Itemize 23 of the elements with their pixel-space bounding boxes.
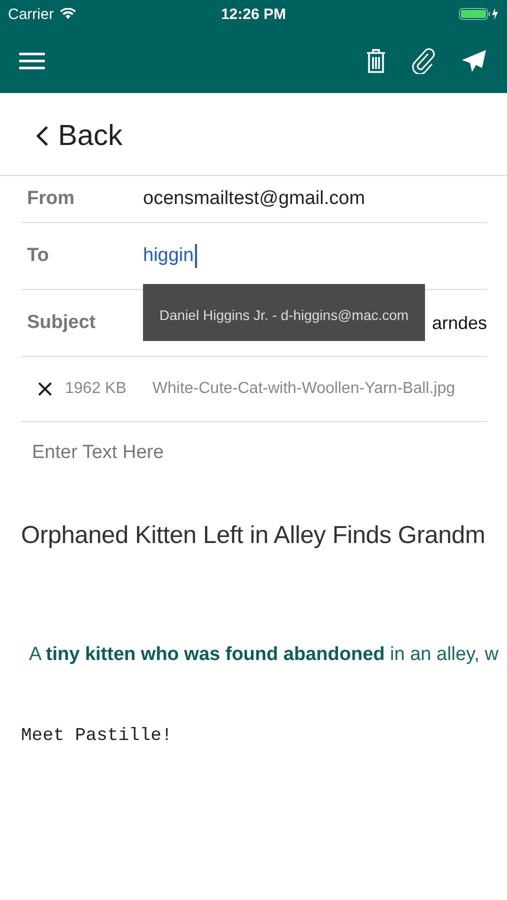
message-text: Meet Pastille! <box>21 726 174 746</box>
battery-icon <box>459 7 499 21</box>
send-icon[interactable] <box>461 48 487 72</box>
back-button[interactable]: Back <box>36 121 122 151</box>
article-paragraph: A tiny kitten who was found abandoned in an alley, w <box>29 644 500 666</box>
attachment-size: 1962 KB <box>65 380 126 398</box>
carrier-name: Carrier <box>8 6 54 22</box>
paperclip-icon[interactable] <box>411 48 437 74</box>
autocomplete-suggestion[interactable]: Daniel Higgins Jr. - d-higgins@mac.com <box>143 284 425 341</box>
attachment-name: White-Cute-Cat-with-Woollen-Yarn-Ball.jpg <box>152 380 456 398</box>
status-time: 12:26 PM <box>220 6 286 22</box>
field-label: Subject <box>27 312 97 334</box>
menu-icon[interactable] <box>19 52 45 70</box>
chevron-icon <box>36 125 49 147</box>
field-value: arndes <box>432 312 487 334</box>
field-value: ocensmailtest@gmail.com <box>143 188 366 210</box>
to-field[interactable]: higgin <box>143 244 197 268</box>
field-label: To <box>27 245 50 267</box>
close-icon[interactable] <box>37 381 53 397</box>
trash-icon[interactable] <box>365 48 387 74</box>
wifi-icon <box>60 8 76 20</box>
article-heading: Orphaned Kitten Left in Alley Finds Grandm <box>21 522 486 550</box>
field-label: From <box>27 188 76 210</box>
